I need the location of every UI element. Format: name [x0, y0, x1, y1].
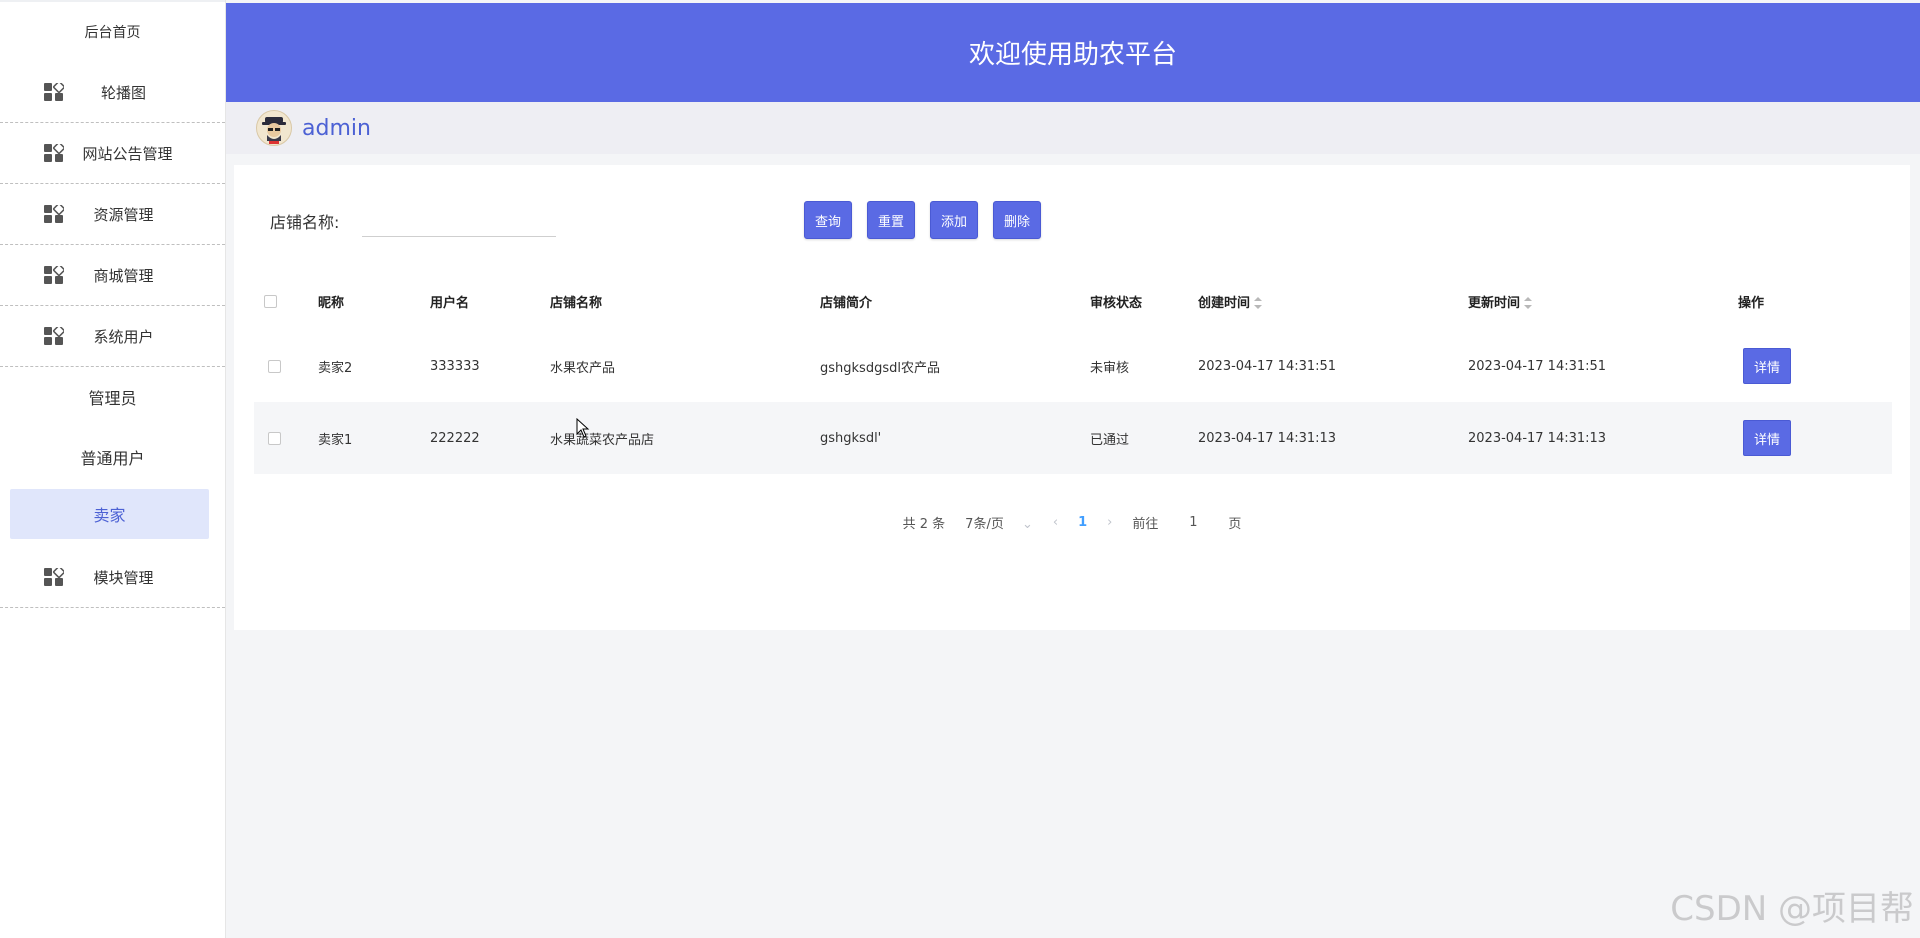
- select-all-checkbox[interactable]: [264, 294, 277, 308]
- main-card: 店铺名称: 查询 重置 添加 删除 昵称 用户名 店铺名称 店铺简介 审核状态 …: [234, 165, 1910, 630]
- cell-status: 已通过: [1090, 402, 1198, 474]
- table-row: 卖家2 333333 水果农产品 gshgksdgsdl农产品 未审核 2023…: [254, 330, 1892, 402]
- sidebar-item-resources[interactable]: 资源管理: [0, 184, 225, 245]
- sort-icon[interactable]: [1524, 297, 1533, 309]
- user-bar: admin: [226, 102, 1920, 154]
- goto-label: 前往: [1132, 516, 1159, 532]
- avatar[interactable]: [256, 110, 292, 146]
- sidebar-item-carousel[interactable]: 轮播图: [0, 62, 225, 123]
- delete-button[interactable]: 删除: [993, 201, 1041, 239]
- row-select-cell: [254, 330, 318, 402]
- watermark: CSDN @项目帮: [1670, 889, 1914, 929]
- column-header-label: 创建时间: [1198, 295, 1251, 311]
- sidebar-subitem-label: 管理员: [88, 389, 137, 408]
- sidebar-home-label: 后台首页: [84, 25, 141, 41]
- seller-table: 昵称 用户名 店铺名称 店铺简介 审核状态 创建时间 更新时间 操作 卖家2 3…: [254, 272, 1892, 474]
- cell-status: 未审核: [1090, 360, 1130, 376]
- sidebar-item-modules[interactable]: 模块管理: [0, 547, 225, 608]
- cell-created: 2023-04-17 14:31:51: [1198, 358, 1337, 374]
- sidebar-item-notice[interactable]: 网站公告管理: [0, 123, 225, 184]
- table-header-row: 昵称 用户名 店铺名称 店铺简介 审核状态 创建时间 更新时间 操作: [254, 272, 1892, 330]
- grid-icon: [44, 568, 64, 586]
- column-header-status: 审核状态: [1090, 295, 1143, 311]
- cell-nickname: 卖家2: [318, 360, 353, 376]
- sidebar-item-mall[interactable]: 商城管理: [0, 245, 225, 306]
- cell-updated: 2023-04-17 14:31:51: [1468, 358, 1607, 374]
- detail-button[interactable]: 详情: [1743, 348, 1791, 384]
- search-button[interactable]: 查询: [804, 201, 852, 239]
- mouse-cursor-icon: [576, 418, 590, 438]
- page-title: 欢迎使用助农平台: [968, 40, 1177, 70]
- cell-intro: gshgksdl': [820, 402, 1090, 474]
- cell-username: 333333: [430, 358, 480, 374]
- sidebar-item-label: 轮播图: [100, 83, 146, 102]
- chevron-down-icon: ⌄: [1021, 516, 1033, 532]
- page-size-select[interactable]: 7条/页 ⌄: [965, 513, 1033, 532]
- column-header-created[interactable]: 创建时间: [1198, 272, 1468, 330]
- search-form: 店铺名称: 查询 重置 添加 删除: [234, 165, 1910, 245]
- goto-page-input[interactable]: 1: [1178, 515, 1208, 530]
- page-number-current[interactable]: 1: [1078, 515, 1087, 530]
- sidebar-subitem-label: 卖家: [93, 506, 126, 525]
- shop-name-label: 店铺名称:: [270, 213, 340, 232]
- column-header-username: 用户名: [430, 295, 470, 311]
- sidebar-item-label: 网站公告管理: [82, 144, 173, 163]
- cell-action: 详情: [1738, 330, 1892, 402]
- sidebar-subitem-admin[interactable]: 管理员: [0, 367, 225, 427]
- sidebar-subitem-label: 普通用户: [80, 449, 145, 468]
- sidebar-item-system-users[interactable]: 系统用户: [0, 306, 225, 367]
- cell-intro: gshgksdgsdl农产品: [820, 360, 940, 376]
- column-header-nickname: 昵称: [318, 295, 345, 311]
- sidebar-subitem-seller[interactable]: 卖家: [10, 489, 209, 539]
- column-header-shop-name: 店铺名称: [550, 295, 603, 311]
- column-header-label: 更新时间: [1468, 295, 1521, 311]
- grid-icon: [44, 144, 64, 162]
- sidebar-item-label: 资源管理: [93, 205, 154, 224]
- grid-icon: [44, 83, 64, 101]
- sort-icon[interactable]: [1254, 297, 1263, 309]
- grid-icon: [44, 205, 64, 223]
- table-row: 卖家1 222222 水果蔬菜农产品店 gshgksdl' 已通过 2023-0…: [254, 402, 1892, 474]
- prev-page-icon[interactable]: ‹: [1053, 515, 1058, 530]
- grid-icon: [44, 266, 64, 284]
- next-page-icon[interactable]: ›: [1107, 515, 1112, 530]
- cell-shop-name: 水果农产品: [550, 360, 616, 376]
- cell-updated: 2023-04-17 14:31:13: [1468, 402, 1738, 474]
- goto-page-suffix: 页: [1228, 516, 1242, 532]
- sidebar-item-label: 商城管理: [93, 266, 154, 285]
- select-all-cell: [254, 272, 318, 330]
- grid-icon: [44, 327, 64, 345]
- cell-action: 详情: [1738, 402, 1892, 474]
- username[interactable]: admin: [302, 116, 371, 141]
- column-header-intro: 店铺简介: [820, 295, 873, 311]
- page-header: 欢迎使用助农平台: [226, 3, 1920, 102]
- row-select-cell: [254, 402, 318, 474]
- avatar-icon: [262, 117, 286, 144]
- sidebar-subitem-normal-user[interactable]: 普通用户: [0, 427, 225, 487]
- column-header-action: 操作: [1738, 295, 1765, 311]
- pagination-total: 共 2 条: [902, 516, 946, 532]
- reset-button[interactable]: 重置: [867, 201, 915, 239]
- cell-shop-name: 水果蔬菜农产品店: [550, 402, 820, 474]
- sidebar-item-label: 系统用户: [93, 327, 154, 346]
- detail-button[interactable]: 详情: [1743, 420, 1791, 456]
- shop-name-input[interactable]: [362, 201, 556, 237]
- row-checkbox[interactable]: [268, 359, 281, 373]
- page-size-value: 7条/页: [965, 516, 1004, 532]
- sidebar: 后台首页 轮播图 网站公告管理 资源管理 商城管理 系统用户 管理员 普通用户 …: [0, 0, 226, 938]
- column-header-updated[interactable]: 更新时间: [1468, 272, 1738, 330]
- sidebar-item-label: 模块管理: [93, 568, 154, 587]
- row-checkbox[interactable]: [268, 431, 281, 445]
- add-button[interactable]: 添加: [930, 201, 978, 239]
- pagination: 共 2 条 7条/页 ⌄ ‹ 1 › 前往 1 页: [234, 502, 1910, 542]
- cell-username: 222222: [430, 402, 550, 474]
- cell-created: 2023-04-17 14:31:13: [1198, 402, 1468, 474]
- cell-nickname: 卖家1: [318, 402, 430, 474]
- sidebar-item-home[interactable]: 后台首页: [0, 0, 225, 62]
